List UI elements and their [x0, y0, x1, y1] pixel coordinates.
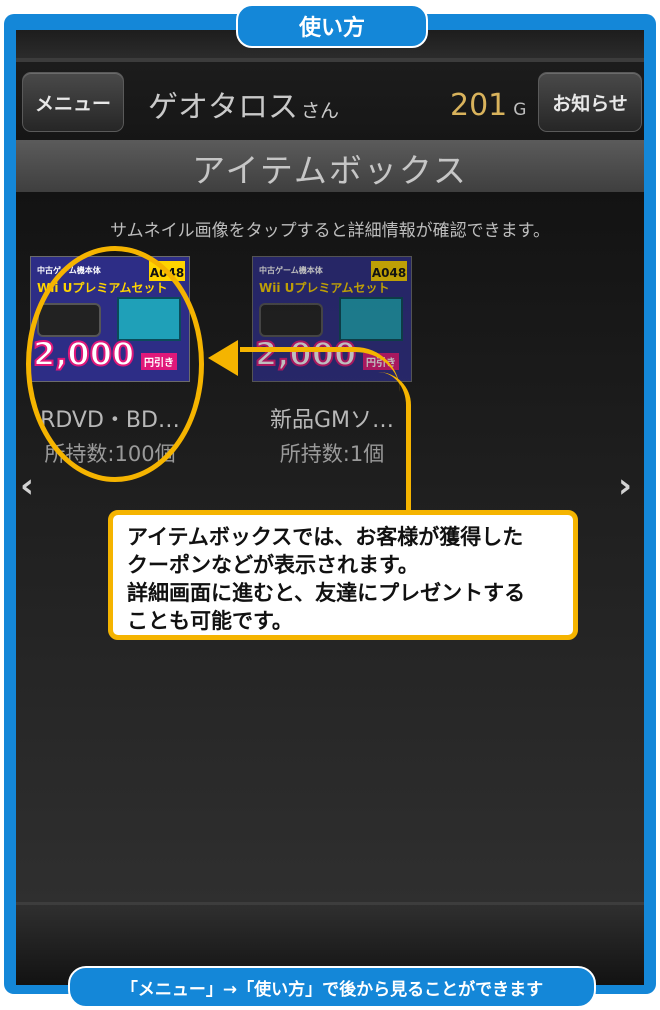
user-name: ゲオタロス さん — [148, 82, 339, 126]
tutorial-title: 使い方 — [236, 4, 428, 48]
highlight-circle — [26, 246, 204, 482]
arrow-head-icon — [208, 340, 238, 376]
page-title: アイテムボックス — [192, 151, 468, 190]
hint-text: サムネイル画像をタップすると詳細情報が確認できます。 — [110, 221, 550, 241]
chevron-left-icon[interactable]: ‹ — [20, 466, 34, 506]
app-screen: メニュー ゲオタロス さん 201 G お知らせ アイテムボックス サムネイル画像を… — [16, 30, 644, 985]
callout-connector-vertical — [378, 372, 411, 512]
user-name-suffix: さん — [301, 100, 340, 122]
user-name-text: ゲオタロス — [148, 90, 298, 125]
chevron-right-icon[interactable]: › — [618, 466, 632, 506]
points-value: 201 — [450, 88, 508, 123]
points-display: 201 G — [450, 88, 526, 123]
tutorial-footer: 「メニュー」→「使い方」で後から見ることができます — [68, 966, 596, 1008]
points-unit: G — [513, 100, 527, 120]
thumb-product: Wii Uプレミアムセット — [259, 281, 390, 295]
coupon-code-badge: A048 — [371, 261, 407, 281]
callout-box: アイテムボックスでは、お客様が獲得した クーポンなどが表示されます。 詳細画面に… — [108, 510, 578, 640]
menu-button[interactable]: メニュー — [22, 72, 124, 132]
notice-button[interactable]: お知らせ — [538, 72, 642, 132]
console-image — [259, 303, 323, 337]
callout-connector — [240, 347, 400, 392]
thumb-header: 中古ゲーム機本体 — [259, 266, 323, 275]
